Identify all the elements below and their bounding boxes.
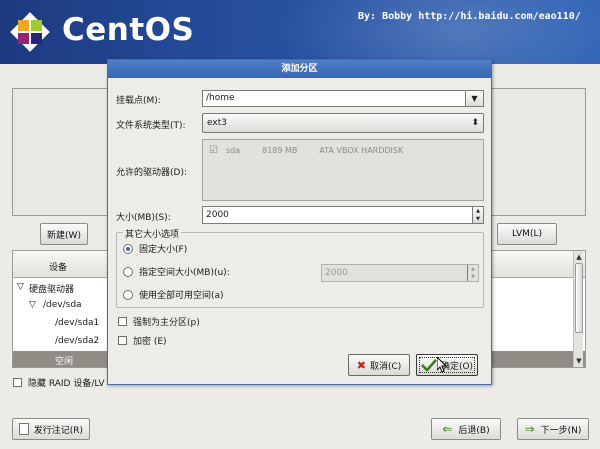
- size-spinbox[interactable]: 2000 ▲ ▼: [202, 206, 484, 224]
- credit-text: By: Bobby http://hi.baidu.com/eao110/: [358, 11, 581, 22]
- size-options-group: 其它大小选项 固定大小(F) 指定空间大小(MB)(u): 2000 ▲ ▼ 使用…: [116, 227, 484, 308]
- fs-type-select[interactable]: ext3 ⬍: [202, 113, 484, 133]
- tree-item-label: /dev/sda1: [55, 318, 100, 328]
- brand-title: CentOS: [62, 12, 195, 48]
- drive-checkbox-checked-icon[interactable]: ☑: [209, 145, 218, 156]
- mount-point-combo[interactable]: /home ▼: [202, 90, 484, 107]
- mouse-cursor-icon: [437, 357, 447, 373]
- fill-upto-option[interactable]: 指定空间大小(MB)(u):: [123, 265, 230, 278]
- hide-raid-option[interactable]: 隐藏 RAID 设备/LV: [13, 376, 105, 389]
- drive-model: ATA VBOX HARDDISK: [319, 146, 404, 155]
- mount-point-label: 挂载点(M):: [116, 96, 161, 106]
- fill-upto-radio[interactable]: [123, 266, 133, 277]
- size-label: 大小(MB)(S):: [116, 213, 171, 223]
- force-primary-label: 强制为主分区(p): [133, 318, 200, 328]
- spin-arrows-icon[interactable]: ▲ ▼: [467, 265, 478, 281]
- cancel-label: 取消(C): [369, 361, 402, 372]
- arrow-right-icon: ⇒: [524, 422, 535, 436]
- size-value[interactable]: 2000: [206, 210, 229, 220]
- expander-icon[interactable]: ▽: [29, 300, 36, 310]
- tree-item-label: 空闲: [55, 357, 74, 367]
- next-button[interactable]: ⇒ 下一步(N): [517, 418, 589, 440]
- encrypt-option[interactable]: 加密 (E): [118, 334, 167, 347]
- hide-raid-label: 隐藏 RAID 设备/LV: [28, 379, 105, 389]
- fixed-size-option[interactable]: 固定大小(F): [123, 242, 187, 255]
- drives-label: 允许的驱动器(D):: [116, 168, 187, 178]
- drive-name: sda: [225, 146, 241, 155]
- dropdown-arrow-icon[interactable]: ▼: [465, 91, 483, 106]
- list-item[interactable]: ☑ sda 8189 MB ATA VBOX HARDDISK: [209, 145, 425, 156]
- mount-point-value[interactable]: /home: [206, 93, 235, 103]
- dialog-title: 添加分区: [108, 60, 491, 78]
- centos-logo-icon: [10, 12, 50, 52]
- tree-item-label: 硬盘驱动器: [29, 285, 75, 295]
- fixed-size-label: 固定大小(F): [139, 245, 188, 255]
- cancel-button[interactable]: ✖ 取消(C): [348, 354, 410, 376]
- ok-check-icon: [421, 359, 437, 372]
- release-notes-label: 发行注记(R): [33, 425, 83, 436]
- tree-item-label: /dev/sda2: [55, 336, 100, 346]
- fill-all-label: 使用全部可用空间(a): [139, 291, 224, 301]
- fill-upto-label: 指定空间大小(MB)(u):: [139, 268, 230, 278]
- spin-arrows-icon[interactable]: ▲ ▼: [472, 207, 483, 223]
- updown-arrow-icon: ⬍: [471, 118, 479, 128]
- banner-decoration: [250, 0, 600, 64]
- column-device-header[interactable]: 设备: [49, 260, 67, 273]
- allowed-drives-list[interactable]: ☑ sda 8189 MB ATA VBOX HARDDISK: [202, 139, 484, 201]
- document-icon: [19, 423, 29, 435]
- next-label: 下一步(N): [540, 425, 582, 436]
- back-button[interactable]: ⇐ 后退(B): [431, 418, 501, 440]
- arrow-left-icon: ⇐: [442, 422, 453, 436]
- header-banner: CentOS By: Bobby http://hi.baidu.com/eao…: [0, 0, 600, 64]
- fill-upto-spinbox[interactable]: 2000 ▲ ▼: [321, 264, 479, 282]
- scroll-thumb[interactable]: [575, 263, 583, 333]
- hide-raid-checkbox[interactable]: [13, 378, 22, 387]
- tree-item-label: /dev/sda: [43, 300, 82, 310]
- fixed-size-radio[interactable]: [123, 243, 133, 254]
- lvm-button[interactable]: LVM(L): [497, 223, 557, 245]
- new-button[interactable]: 新建(W): [40, 223, 88, 245]
- fill-upto-value: 2000: [325, 268, 348, 278]
- expander-icon[interactable]: ▽: [17, 282, 24, 292]
- release-notes-button[interactable]: 发行注记(R): [12, 418, 90, 440]
- table-scrollbar[interactable]: ▲ ▼: [573, 251, 583, 367]
- fs-type-value: ext3: [207, 118, 227, 128]
- ok-button[interactable]: 确定(O): [416, 354, 478, 376]
- force-primary-checkbox[interactable]: [118, 317, 127, 326]
- size-options-legend: 其它大小选项: [123, 227, 182, 240]
- add-partition-dialog: 添加分区 挂载点(M): /home ▼ 文件系统类型(T): ext3 ⬍ 允…: [107, 59, 492, 385]
- fill-all-option[interactable]: 使用全部可用空间(a): [123, 288, 224, 301]
- back-label: 后退(B): [458, 425, 490, 436]
- fill-all-radio[interactable]: [123, 289, 133, 300]
- force-primary-option[interactable]: 强制为主分区(p): [118, 315, 200, 328]
- scroll-up-icon[interactable]: ▲: [575, 252, 583, 262]
- fs-type-label: 文件系统类型(T):: [116, 121, 186, 131]
- encrypt-checkbox[interactable]: [118, 336, 127, 345]
- cancel-x-icon: ✖: [356, 358, 366, 372]
- encrypt-label: 加密 (E): [133, 337, 167, 347]
- drive-size: 8189 MB: [262, 146, 298, 155]
- scroll-down-icon[interactable]: ▼: [575, 356, 583, 366]
